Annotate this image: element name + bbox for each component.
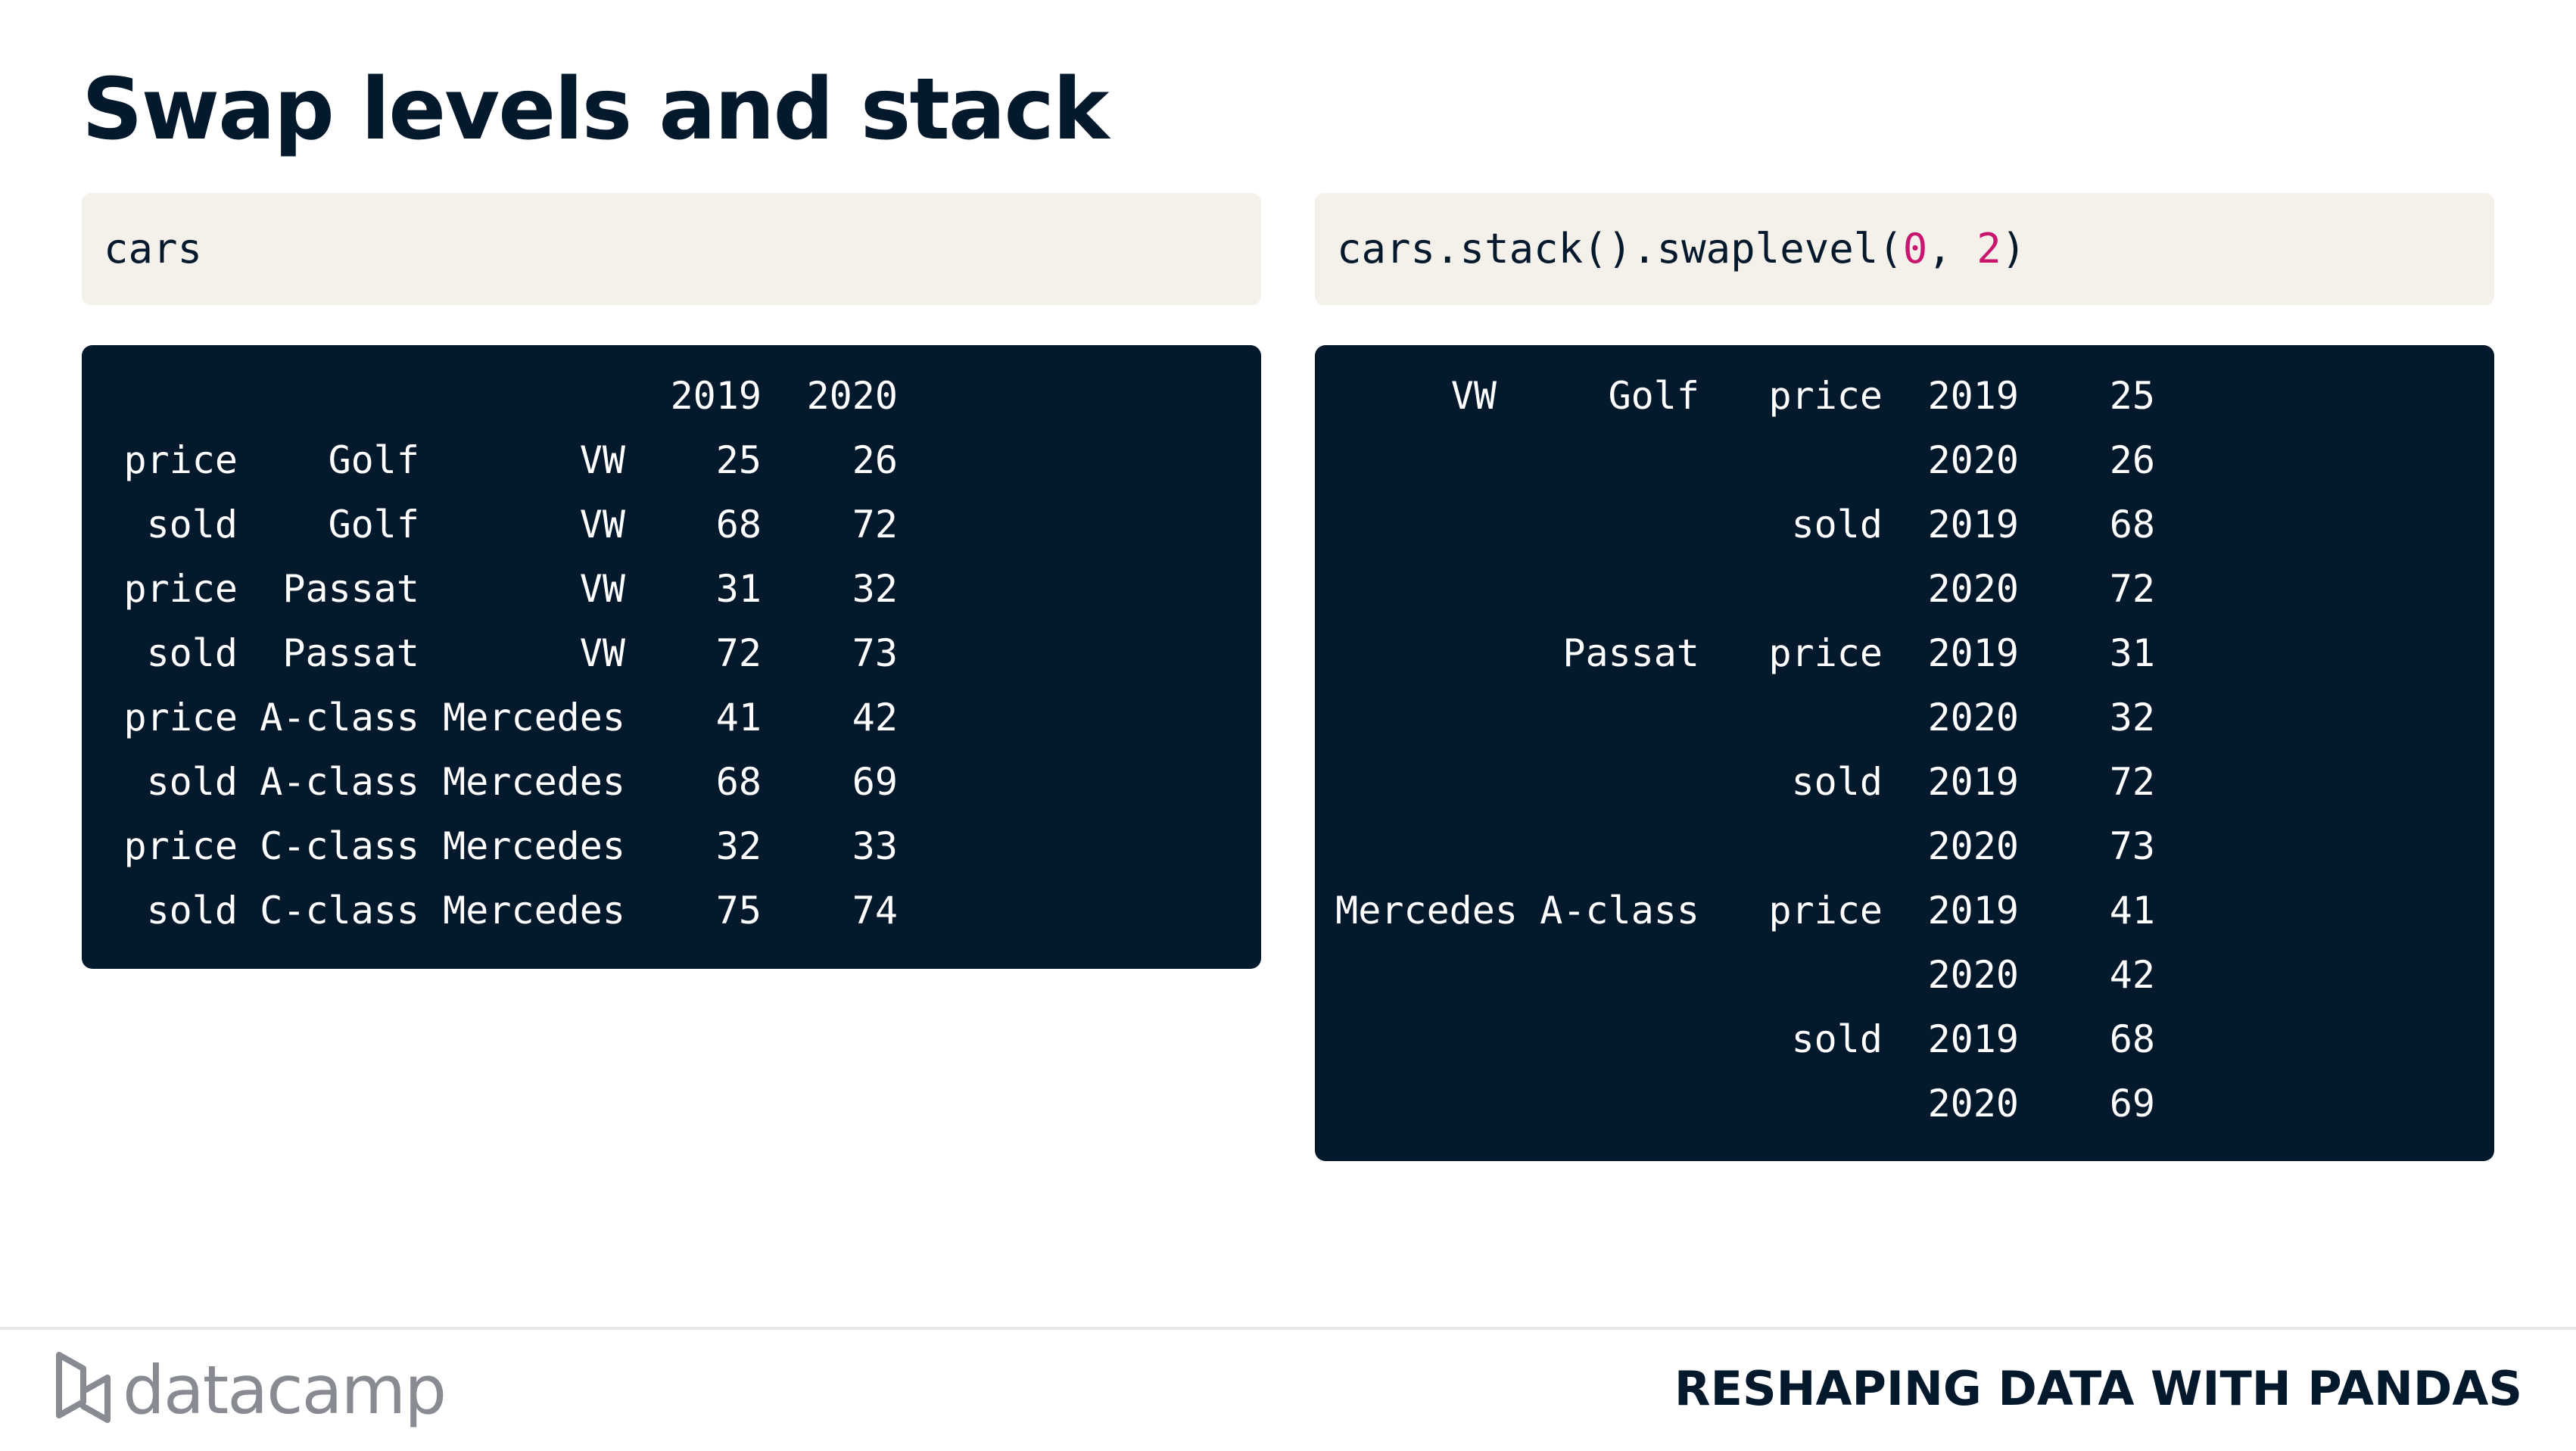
series-value: 72 — [2109, 567, 2155, 611]
logo-wordmark: datacamp — [123, 1351, 447, 1429]
index-level-1: Golf — [328, 503, 419, 546]
index-year: 2020 — [1927, 438, 2019, 482]
cell-2019: 68 — [715, 760, 762, 804]
index-year: 2019 — [1927, 1017, 2019, 1061]
datacamp-logo-icon — [56, 1352, 111, 1423]
course-title: RESHAPING DATA WITH PANDAS — [1674, 1361, 2522, 1416]
index-level-2: Mercedes — [443, 696, 625, 740]
series-value: 26 — [2109, 438, 2155, 482]
cell-2019: 72 — [715, 631, 762, 675]
index-metric: sold — [1791, 1017, 1883, 1061]
series-value: 73 — [2109, 824, 2155, 868]
index-level-1: Passat — [282, 631, 419, 675]
index-year: 2019 — [1927, 503, 2019, 546]
index-level-1: C-class — [260, 889, 419, 933]
cell-2020: 33 — [852, 824, 898, 868]
series-value: 68 — [2109, 503, 2155, 546]
index-year: 2019 — [1927, 374, 2019, 418]
cell-2019: 75 — [715, 889, 762, 933]
series-value: 69 — [2109, 1082, 2155, 1126]
index-metric: sold — [1791, 760, 1883, 804]
series-value: 25 — [2109, 374, 2155, 418]
series-value: 68 — [2109, 1017, 2155, 1061]
code-text: cars — [104, 225, 203, 272]
cell-2019: 41 — [715, 696, 762, 740]
index-year: 2020 — [1927, 1082, 2019, 1126]
code-suffix: ) — [2001, 225, 2026, 272]
output-panel-left: 2019 2020 price Golf VW 25 26 sold Golf VW 68 72 pri… — [82, 345, 1261, 969]
code-input-left: cars — [82, 193, 1261, 305]
index-level-2: Mercedes — [443, 760, 625, 804]
index-level-1: Passat — [282, 567, 419, 611]
cell-2020: 69 — [852, 760, 898, 804]
index-level-2: VW — [579, 567, 625, 611]
series-value: 31 — [2109, 631, 2155, 675]
index-metric: sold — [1791, 503, 1883, 546]
code-arg-1: 0 — [1902, 225, 1928, 272]
cell-2019: 68 — [715, 503, 762, 546]
cell-2020: 26 — [852, 438, 898, 482]
code-separator: , — [1927, 225, 1977, 272]
index-metric: price — [1768, 374, 1883, 418]
index-model: A-class — [1540, 889, 1699, 933]
series-value: 32 — [2109, 696, 2155, 740]
series-value: 42 — [2109, 953, 2155, 997]
index-model: Golf — [1608, 374, 1699, 418]
cell-2020: 74 — [852, 889, 898, 933]
code-arg-2: 2 — [1976, 225, 2001, 272]
index-metric: price — [1768, 631, 1883, 675]
index-model: Passat — [1562, 631, 1699, 675]
index-level-1: C-class — [260, 824, 419, 868]
index-year: 2020 — [1927, 824, 2019, 868]
index-level-1: Golf — [328, 438, 419, 482]
cell-2020: 32 — [852, 567, 898, 611]
index-year: 2019 — [1927, 631, 2019, 675]
index-year: 2020 — [1927, 953, 2019, 997]
series-value: 72 — [2109, 760, 2155, 804]
cell-2020: 42 — [852, 696, 898, 740]
cell-2019: 32 — [715, 824, 762, 868]
index-level-2: Mercedes — [443, 824, 625, 868]
index-level-2: Mercedes — [443, 889, 625, 933]
footer-divider — [0, 1327, 2576, 1330]
index-level-1: A-class — [260, 696, 419, 740]
slide-title: Swap levels and stack — [82, 61, 1109, 159]
index-level-1: A-class — [260, 760, 419, 804]
index-metric: price — [1768, 889, 1883, 933]
column-header-2019: 2019 — [670, 374, 762, 418]
index-brand: VW — [1450, 374, 1497, 418]
cell-2019: 25 — [715, 438, 762, 482]
code-prefix: cars.stack().swaplevel( — [1337, 225, 1903, 272]
cell-2019: 31 — [715, 567, 762, 611]
index-year: 2019 — [1927, 760, 2019, 804]
index-year: 2020 — [1927, 567, 2019, 611]
cell-2020: 72 — [852, 503, 898, 546]
index-year: 2020 — [1927, 696, 2019, 740]
index-level-2: VW — [579, 438, 625, 482]
output-panel-right: VW Golf price 2019 25 2020 26 sold 2019 68 2020 72 P… — [1315, 345, 2494, 1161]
cell-2020: 73 — [852, 631, 898, 675]
code-input-right: cars.stack().swaplevel(0, 2) — [1315, 193, 2494, 305]
index-year: 2019 — [1927, 889, 2019, 933]
index-level-2: VW — [579, 503, 625, 546]
column-header-2020: 2020 — [806, 374, 898, 418]
index-level-2: VW — [579, 631, 625, 675]
series-value: 41 — [2109, 889, 2155, 933]
